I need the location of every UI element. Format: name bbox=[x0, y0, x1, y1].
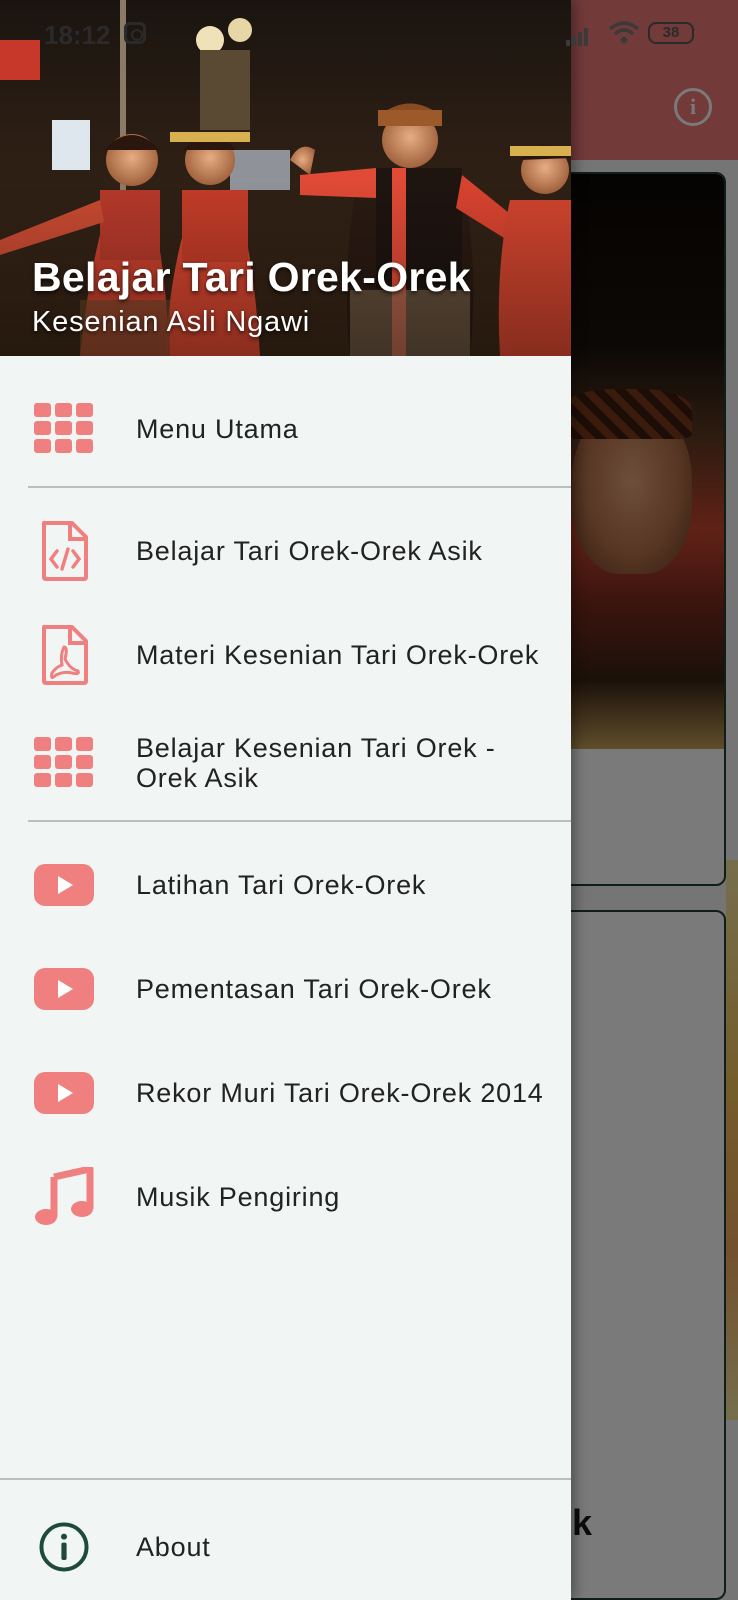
youtube-play-icon bbox=[34, 864, 94, 906]
drawer-title: Belajar Tari Orek-Orek bbox=[32, 254, 471, 300]
status-time: 18:12 bbox=[44, 20, 111, 50]
drawer-item-latihan-tari[interactable]: Latihan Tari Orek-Orek bbox=[0, 842, 571, 928]
section-divider bbox=[28, 820, 571, 822]
drawer-item-label: Menu Utama bbox=[136, 414, 299, 444]
drawer-item-label: Latihan Tari Orek-Orek bbox=[136, 870, 427, 900]
battery-icon: 38 bbox=[648, 22, 694, 44]
drawer-item-belajar-kesenian[interactable]: Belajar Kesenian Tari Orek -Orek Asik bbox=[0, 718, 571, 808]
drawer-item-pementasan-tari[interactable]: Pementasan Tari Orek-Orek bbox=[0, 946, 571, 1032]
drawer-item-menu-utama[interactable]: Menu Utama bbox=[0, 386, 571, 472]
drawer-subtitle: Kesenian Asli Ngawi bbox=[32, 306, 310, 338]
wifi-icon bbox=[608, 21, 640, 44]
navigation-drawer: Belajar Tari Orek-Orek Kesenian Asli Nga… bbox=[0, 0, 571, 1600]
drawer-item-musik-pengiring[interactable]: Musik Pengiring bbox=[0, 1154, 571, 1240]
drawer-item-label: Materi Kesenian Tari Orek-Orek bbox=[136, 640, 540, 670]
drawer-item-label: About bbox=[136, 1532, 211, 1562]
music-note-icon bbox=[35, 1167, 94, 1225]
drawer-item-materi-kesenian[interactable]: Materi Kesenian Tari Orek-Orek bbox=[0, 612, 571, 698]
drawer-item-rekor-muri[interactable]: Rekor Muri Tari Orek-Orek 2014 bbox=[0, 1050, 571, 1136]
drawer-item-label: Rekor Muri Tari Orek-Orek 2014 bbox=[136, 1078, 544, 1108]
footer-divider bbox=[0, 1478, 571, 1480]
drawer-item-belajar-tari-asik[interactable]: Belajar Tari Orek-Orek Asik bbox=[0, 508, 571, 594]
drawer-item-label: Belajar Kesenian Tari Orek -Orek Asik bbox=[136, 733, 496, 793]
grid-icon bbox=[34, 403, 93, 453]
drawer-item-label: Musik Pengiring bbox=[136, 1182, 341, 1212]
youtube-play-icon bbox=[34, 1072, 94, 1114]
drawer-item-about[interactable]: About bbox=[0, 1504, 571, 1590]
instagram-notification-icon bbox=[124, 22, 146, 44]
pdf-file-icon bbox=[42, 625, 88, 685]
signal-icon bbox=[566, 24, 594, 46]
code-file-icon bbox=[42, 521, 88, 581]
drawer-item-label: Belajar Tari Orek-Orek Asik bbox=[136, 536, 483, 566]
info-icon bbox=[39, 1522, 89, 1572]
grid-icon bbox=[34, 737, 93, 787]
drawer-item-label: Pementasan Tari Orek-Orek bbox=[136, 974, 492, 1004]
status-bar: 18:12 38 bbox=[0, 0, 738, 70]
youtube-play-icon bbox=[34, 968, 94, 1010]
section-divider bbox=[28, 486, 571, 488]
